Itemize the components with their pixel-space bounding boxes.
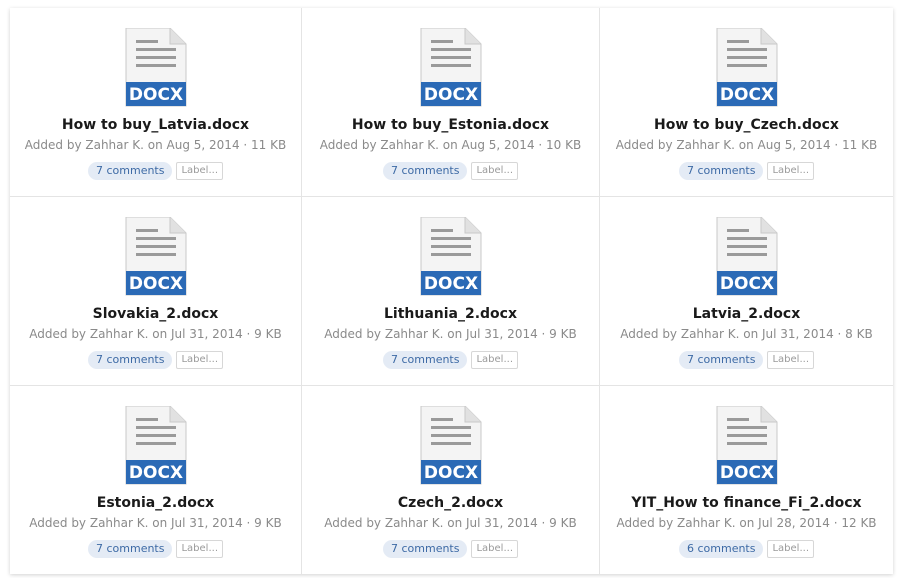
label-button[interactable]: Label... — [767, 162, 814, 180]
file-meta: Added by Zahhar K. on Jul 31, 2014 · 9 K… — [324, 327, 577, 341]
file-name[interactable]: Estonia_2.docx — [10, 495, 301, 511]
docx-file-icon[interactable]: DOCX — [419, 406, 483, 486]
file-card[interactable]: DOCX How to buy_Latvia.docx Added by Zah… — [10, 8, 302, 197]
label-button[interactable]: Label... — [767, 351, 814, 369]
label-button[interactable]: Label... — [176, 162, 223, 180]
docx-file-icon[interactable]: DOCX — [124, 28, 188, 108]
file-name[interactable]: How to buy_Latvia.docx — [10, 117, 301, 133]
comments-badge[interactable]: 7 comments — [382, 162, 468, 180]
file-meta: Added by Zahhar K. on Aug 5, 2014 · 11 K… — [24, 138, 287, 152]
comments-badge[interactable]: 7 comments — [678, 162, 764, 180]
file-tags: 7 comments Label... — [10, 162, 301, 180]
label-button[interactable]: Label... — [176, 540, 223, 558]
file-meta: Added by Zahhar K. on Jul 31, 2014 · 9 K… — [29, 516, 282, 530]
docx-badge-label: DOCX — [423, 274, 477, 294]
file-meta: Added by Zahhar K. on Jul 28, 2014 · 12 … — [616, 516, 877, 530]
comments-badge[interactable]: 7 comments — [87, 540, 173, 558]
file-card[interactable]: DOCX Lithuania_2.docx Added by Zahhar K.… — [302, 197, 600, 386]
docx-badge-label: DOCX — [128, 85, 182, 105]
file-tags: 7 comments Label... — [302, 540, 599, 558]
docx-badge-label: DOCX — [719, 274, 773, 294]
docx-file-icon[interactable]: DOCX — [419, 28, 483, 108]
file-name[interactable]: Lithuania_2.docx — [302, 306, 599, 322]
label-button[interactable]: Label... — [471, 162, 518, 180]
label-button[interactable]: Label... — [176, 351, 223, 369]
file-tags: 7 comments Label... — [10, 351, 301, 369]
file-name[interactable]: How to buy_Estonia.docx — [302, 117, 599, 133]
file-card[interactable]: DOCX Slovakia_2.docx Added by Zahhar K. … — [10, 197, 302, 386]
file-meta: Added by Zahhar K. on Jul 31, 2014 · 9 K… — [324, 516, 577, 530]
file-name[interactable]: How to buy_Czech.docx — [600, 117, 893, 133]
label-button[interactable]: Label... — [471, 351, 518, 369]
file-meta: Added by Zahhar K. on Aug 5, 2014 · 10 K… — [319, 138, 582, 152]
label-button[interactable]: Label... — [767, 540, 814, 558]
comments-badge[interactable]: 7 comments — [87, 351, 173, 369]
comments-badge[interactable]: 7 comments — [382, 540, 468, 558]
file-card[interactable]: DOCX How to buy_Estonia.docx Added by Za… — [302, 8, 600, 197]
file-name[interactable]: YIT_How to finance_Fi_2.docx — [600, 495, 893, 511]
file-name[interactable]: Czech_2.docx — [302, 495, 599, 511]
file-meta: Added by Zahhar K. on Aug 5, 2014 · 11 K… — [615, 138, 878, 152]
docx-file-icon[interactable]: DOCX — [124, 406, 188, 486]
file-grid: DOCX How to buy_Latvia.docx Added by Zah… — [10, 8, 893, 574]
file-name[interactable]: Latvia_2.docx — [600, 306, 893, 322]
docx-badge-label: DOCX — [128, 274, 182, 294]
comments-badge[interactable]: 6 comments — [678, 540, 764, 558]
docx-badge-label: DOCX — [128, 463, 182, 483]
file-tags: 7 comments Label... — [302, 351, 599, 369]
docx-file-icon[interactable]: DOCX — [715, 28, 779, 108]
docx-badge-label: DOCX — [423, 463, 477, 483]
file-tags: 7 comments Label... — [302, 162, 599, 180]
file-card[interactable]: DOCX Latvia_2.docx Added by Zahhar K. on… — [600, 197, 893, 386]
file-card[interactable]: DOCX YIT_How to finance_Fi_2.docx Added … — [600, 386, 893, 574]
docx-badge-label: DOCX — [423, 85, 477, 105]
file-tags: 7 comments Label... — [10, 540, 301, 558]
docx-file-icon[interactable]: DOCX — [419, 217, 483, 297]
docx-badge-label: DOCX — [719, 463, 773, 483]
docx-badge-label: DOCX — [719, 85, 773, 105]
file-card[interactable]: DOCX How to buy_Czech.docx Added by Zahh… — [600, 8, 893, 197]
docx-file-icon[interactable]: DOCX — [124, 217, 188, 297]
file-tags: 7 comments Label... — [600, 351, 893, 369]
docx-file-icon[interactable]: DOCX — [715, 406, 779, 486]
file-tags: 6 comments Label... — [600, 540, 893, 558]
file-meta: Added by Zahhar K. on Jul 31, 2014 · 8 K… — [620, 327, 873, 341]
file-meta: Added by Zahhar K. on Jul 31, 2014 · 9 K… — [29, 327, 282, 341]
file-tags: 7 comments Label... — [600, 162, 893, 180]
file-name[interactable]: Slovakia_2.docx — [10, 306, 301, 322]
docx-file-icon[interactable]: DOCX — [715, 217, 779, 297]
file-card[interactable]: DOCX Czech_2.docx Added by Zahhar K. on … — [302, 386, 600, 574]
comments-badge[interactable]: 7 comments — [678, 351, 764, 369]
comments-badge[interactable]: 7 comments — [87, 162, 173, 180]
file-card[interactable]: DOCX Estonia_2.docx Added by Zahhar K. o… — [10, 386, 302, 574]
comments-badge[interactable]: 7 comments — [382, 351, 468, 369]
label-button[interactable]: Label... — [471, 540, 518, 558]
